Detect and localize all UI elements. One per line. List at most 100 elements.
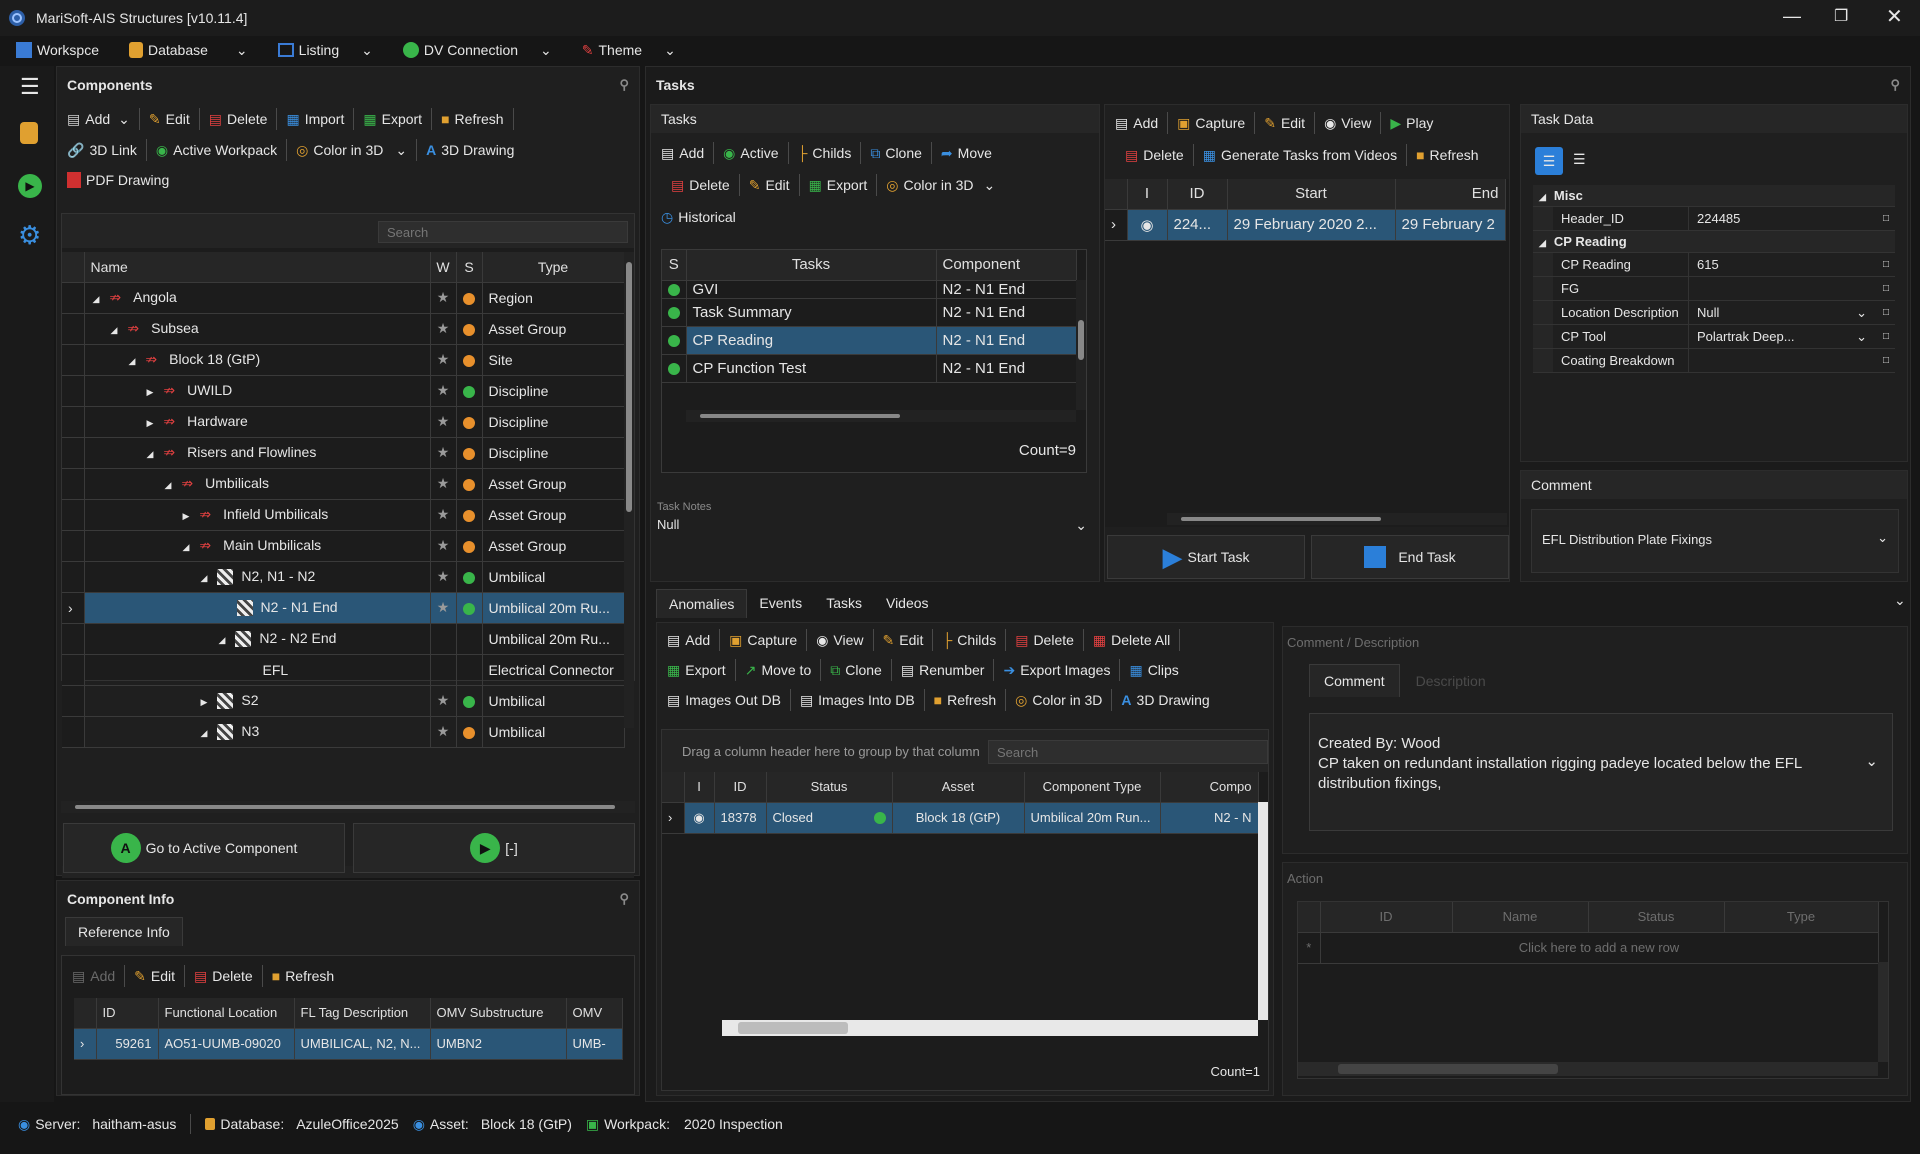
tab-description[interactable]: Description — [1404, 667, 1498, 695]
delete-task-button[interactable]: ▤ Delete — [665, 171, 736, 199]
tasks-column-header[interactable]: Tasks — [686, 250, 937, 281]
chevron-down-icon[interactable]: ⌄ — [1856, 301, 1867, 325]
maximize-icon[interactable]: ❐ — [1834, 6, 1848, 26]
search-input[interactable] — [378, 221, 628, 243]
id-column-header[interactable]: ID — [96, 998, 159, 1029]
tree-row[interactable]: ◢ N3 ★ Umbilical — [62, 716, 625, 748]
add-run-button[interactable]: ▤ Add — [1109, 109, 1164, 137]
property-value[interactable]: Polartrak Deep... — [1697, 329, 1795, 344]
property-value[interactable]: 615 — [1697, 257, 1719, 272]
fl-tag-description-header[interactable]: FL Tag Description — [294, 998, 431, 1029]
pdf-drawing-button[interactable]: PDF Drawing — [61, 166, 175, 194]
minimize-icon[interactable]: — — [1783, 6, 1801, 27]
end-task-button[interactable]: End Task — [1311, 535, 1509, 579]
add-anomaly-button[interactable]: ▤ Add — [661, 626, 716, 654]
tree-row[interactable]: ▶ S2 ★ Umbilical — [62, 685, 625, 717]
status-column-header[interactable]: Status — [766, 772, 893, 803]
refresh-button[interactable]: ■ Refresh — [928, 686, 1003, 714]
tree-row[interactable]: ◢ ⇏ Block 18 (GtP) ★ Site — [62, 344, 625, 376]
checkbox-icon[interactable]: □ — [1883, 253, 1889, 277]
star-icon[interactable]: ★ — [437, 444, 450, 460]
collapse-icon[interactable]: ◢ — [93, 294, 100, 304]
move-button[interactable]: ➦ Move — [935, 139, 998, 167]
add-button[interactable]: ▤ Add — [66, 962, 121, 990]
expand-icon[interactable]: ▶ — [147, 418, 154, 428]
start-task-button[interactable]: ▶ Start Task — [1107, 535, 1305, 579]
star-icon[interactable]: ★ — [437, 723, 450, 739]
tree-row[interactable]: ◢ N2 - N2 End Umbilical 20m Ru... — [62, 623, 625, 655]
table-row[interactable]: › ◉ 224... 29 February 2020 2... 29 February… — [1105, 209, 1506, 241]
id-column-header[interactable]: ID — [1167, 179, 1228, 210]
functional-location-header[interactable]: Functional Location — [158, 998, 295, 1029]
star-icon[interactable]: ★ — [437, 692, 450, 708]
omv-header[interactable]: OMV — [566, 998, 623, 1029]
play-button[interactable]: ▶ Play — [1384, 109, 1439, 137]
checkbox-icon[interactable]: □ — [1883, 207, 1889, 231]
new-row[interactable]: * Click here to add a new row — [1298, 932, 1879, 964]
3d-drawing-button[interactable]: A 3D Drawing — [1115, 686, 1215, 714]
collapse-icon[interactable]: ◢ — [129, 356, 136, 366]
export-task-button[interactable]: ▦ Export — [803, 171, 874, 199]
collapse-icon[interactable]: ◢ — [147, 449, 154, 459]
active-workpack-button[interactable]: ◉ Active Workpack — [150, 136, 283, 164]
i-column-header[interactable]: I — [1127, 179, 1168, 210]
tree-row[interactable]: ◢ ⇏ Umbilicals ★ Asset Group — [62, 468, 625, 500]
childs-button[interactable]: ├ Childs — [792, 139, 858, 167]
property-row[interactable]: Location Description Null ⌄ □ — [1533, 301, 1895, 325]
menu-workspace[interactable]: Workspce — [16, 42, 99, 58]
component-column-header[interactable]: Compo — [1160, 772, 1259, 803]
capture-button[interactable]: ▣ Capture — [1171, 109, 1251, 137]
active-workpack-status-button[interactable]: ▶ [-] — [353, 823, 635, 873]
star-icon[interactable]: ★ — [437, 506, 450, 522]
property-group[interactable]: ◢ CP Reading — [1533, 231, 1895, 253]
checkbox-icon[interactable]: □ — [1883, 325, 1889, 349]
component-type-column-header[interactable]: Component Type — [1024, 772, 1161, 803]
start-column-header[interactable]: Start — [1227, 179, 1396, 210]
comment-dropdown[interactable]: EFL Distribution Plate Fixings ⌄ — [1531, 509, 1899, 573]
property-row[interactable]: Coating Breakdown □ — [1533, 349, 1895, 373]
star-icon[interactable]: ★ — [437, 382, 450, 398]
export-button[interactable]: ▦ Export — [661, 656, 732, 684]
images-out-db-button[interactable]: ▤ Images Out DB — [661, 686, 787, 714]
color-in-3d-button[interactable]: ◎ Color in 3D ⌄ — [290, 136, 413, 164]
checkbox-icon[interactable]: □ — [1883, 301, 1889, 325]
components-horizontal-scrollbar[interactable] — [61, 801, 635, 813]
collapse-icon[interactable]: ◢ — [201, 573, 208, 583]
tree-row[interactable]: ◢ ⇏ Risers and Flowlines ★ Discipline — [62, 437, 625, 469]
task-row[interactable]: CP Function Test N2 - N1 End — [662, 354, 1077, 383]
refresh-button[interactable]: ■ Refresh — [266, 962, 341, 990]
move-to-button[interactable]: ↗ Move to — [739, 656, 818, 684]
collapse-icon[interactable]: ◢ — [165, 480, 172, 490]
clone-button[interactable]: ⧉ Clone — [824, 656, 888, 684]
database-nav-icon[interactable] — [20, 122, 38, 144]
pin-icon[interactable]: ⚲ — [1890, 67, 1900, 103]
task-row[interactable]: GVI N2 - N1 End — [662, 280, 1077, 299]
3d-link-button[interactable]: 🔗 3D Link — [61, 136, 143, 164]
color-in-3d-button[interactable]: ◎ Color in 3D — [1009, 686, 1108, 714]
component-column-header[interactable]: Component — [936, 250, 1077, 281]
delete-button[interactable]: ▤ Delete — [1009, 626, 1080, 654]
tree-row[interactable]: ◢ N2, N1 - N2 ★ Umbilical — [62, 561, 625, 593]
expand-icon[interactable]: ▶ — [201, 697, 208, 707]
go-to-active-component-button[interactable]: A Go to Active Component — [63, 823, 345, 873]
import-button[interactable]: ▦ Import — [280, 105, 350, 133]
tab-events[interactable]: Events — [747, 589, 814, 617]
tree-row[interactable]: ◢ ⇏ Angola ★ Region — [62, 282, 625, 314]
status-column-header[interactable]: Status — [1588, 902, 1725, 933]
comment-text-box[interactable]: Created By: Wood CP taken on redundant i… — [1309, 713, 1893, 831]
s-column-header[interactable]: S — [662, 250, 687, 281]
edit-button[interactable]: ✎ Edit — [877, 626, 930, 654]
chevron-down-icon[interactable]: ⌄ — [1075, 517, 1087, 534]
property-row[interactable]: CP Tool Polartrak Deep... ⌄ □ — [1533, 325, 1895, 349]
name-column-header[interactable]: Name — [1452, 902, 1589, 933]
runs-horizontal-scrollbar[interactable] — [1167, 513, 1507, 525]
tree-row[interactable]: EFL Electrical Connector — [62, 654, 625, 686]
w-column-header[interactable]: W — [430, 252, 457, 283]
tasks-vertical-scrollbar[interactable] — [1076, 280, 1086, 410]
type-column-header[interactable]: Type — [1724, 902, 1879, 933]
settings-gear-icon[interactable]: ⚙ — [18, 220, 41, 251]
collapse-icon[interactable]: ◢ — [201, 728, 208, 738]
active-task-button[interactable]: ◉ Active — [717, 139, 784, 167]
close-icon[interactable]: ✕ — [1886, 4, 1903, 29]
tab-tasks[interactable]: Tasks — [814, 589, 874, 617]
